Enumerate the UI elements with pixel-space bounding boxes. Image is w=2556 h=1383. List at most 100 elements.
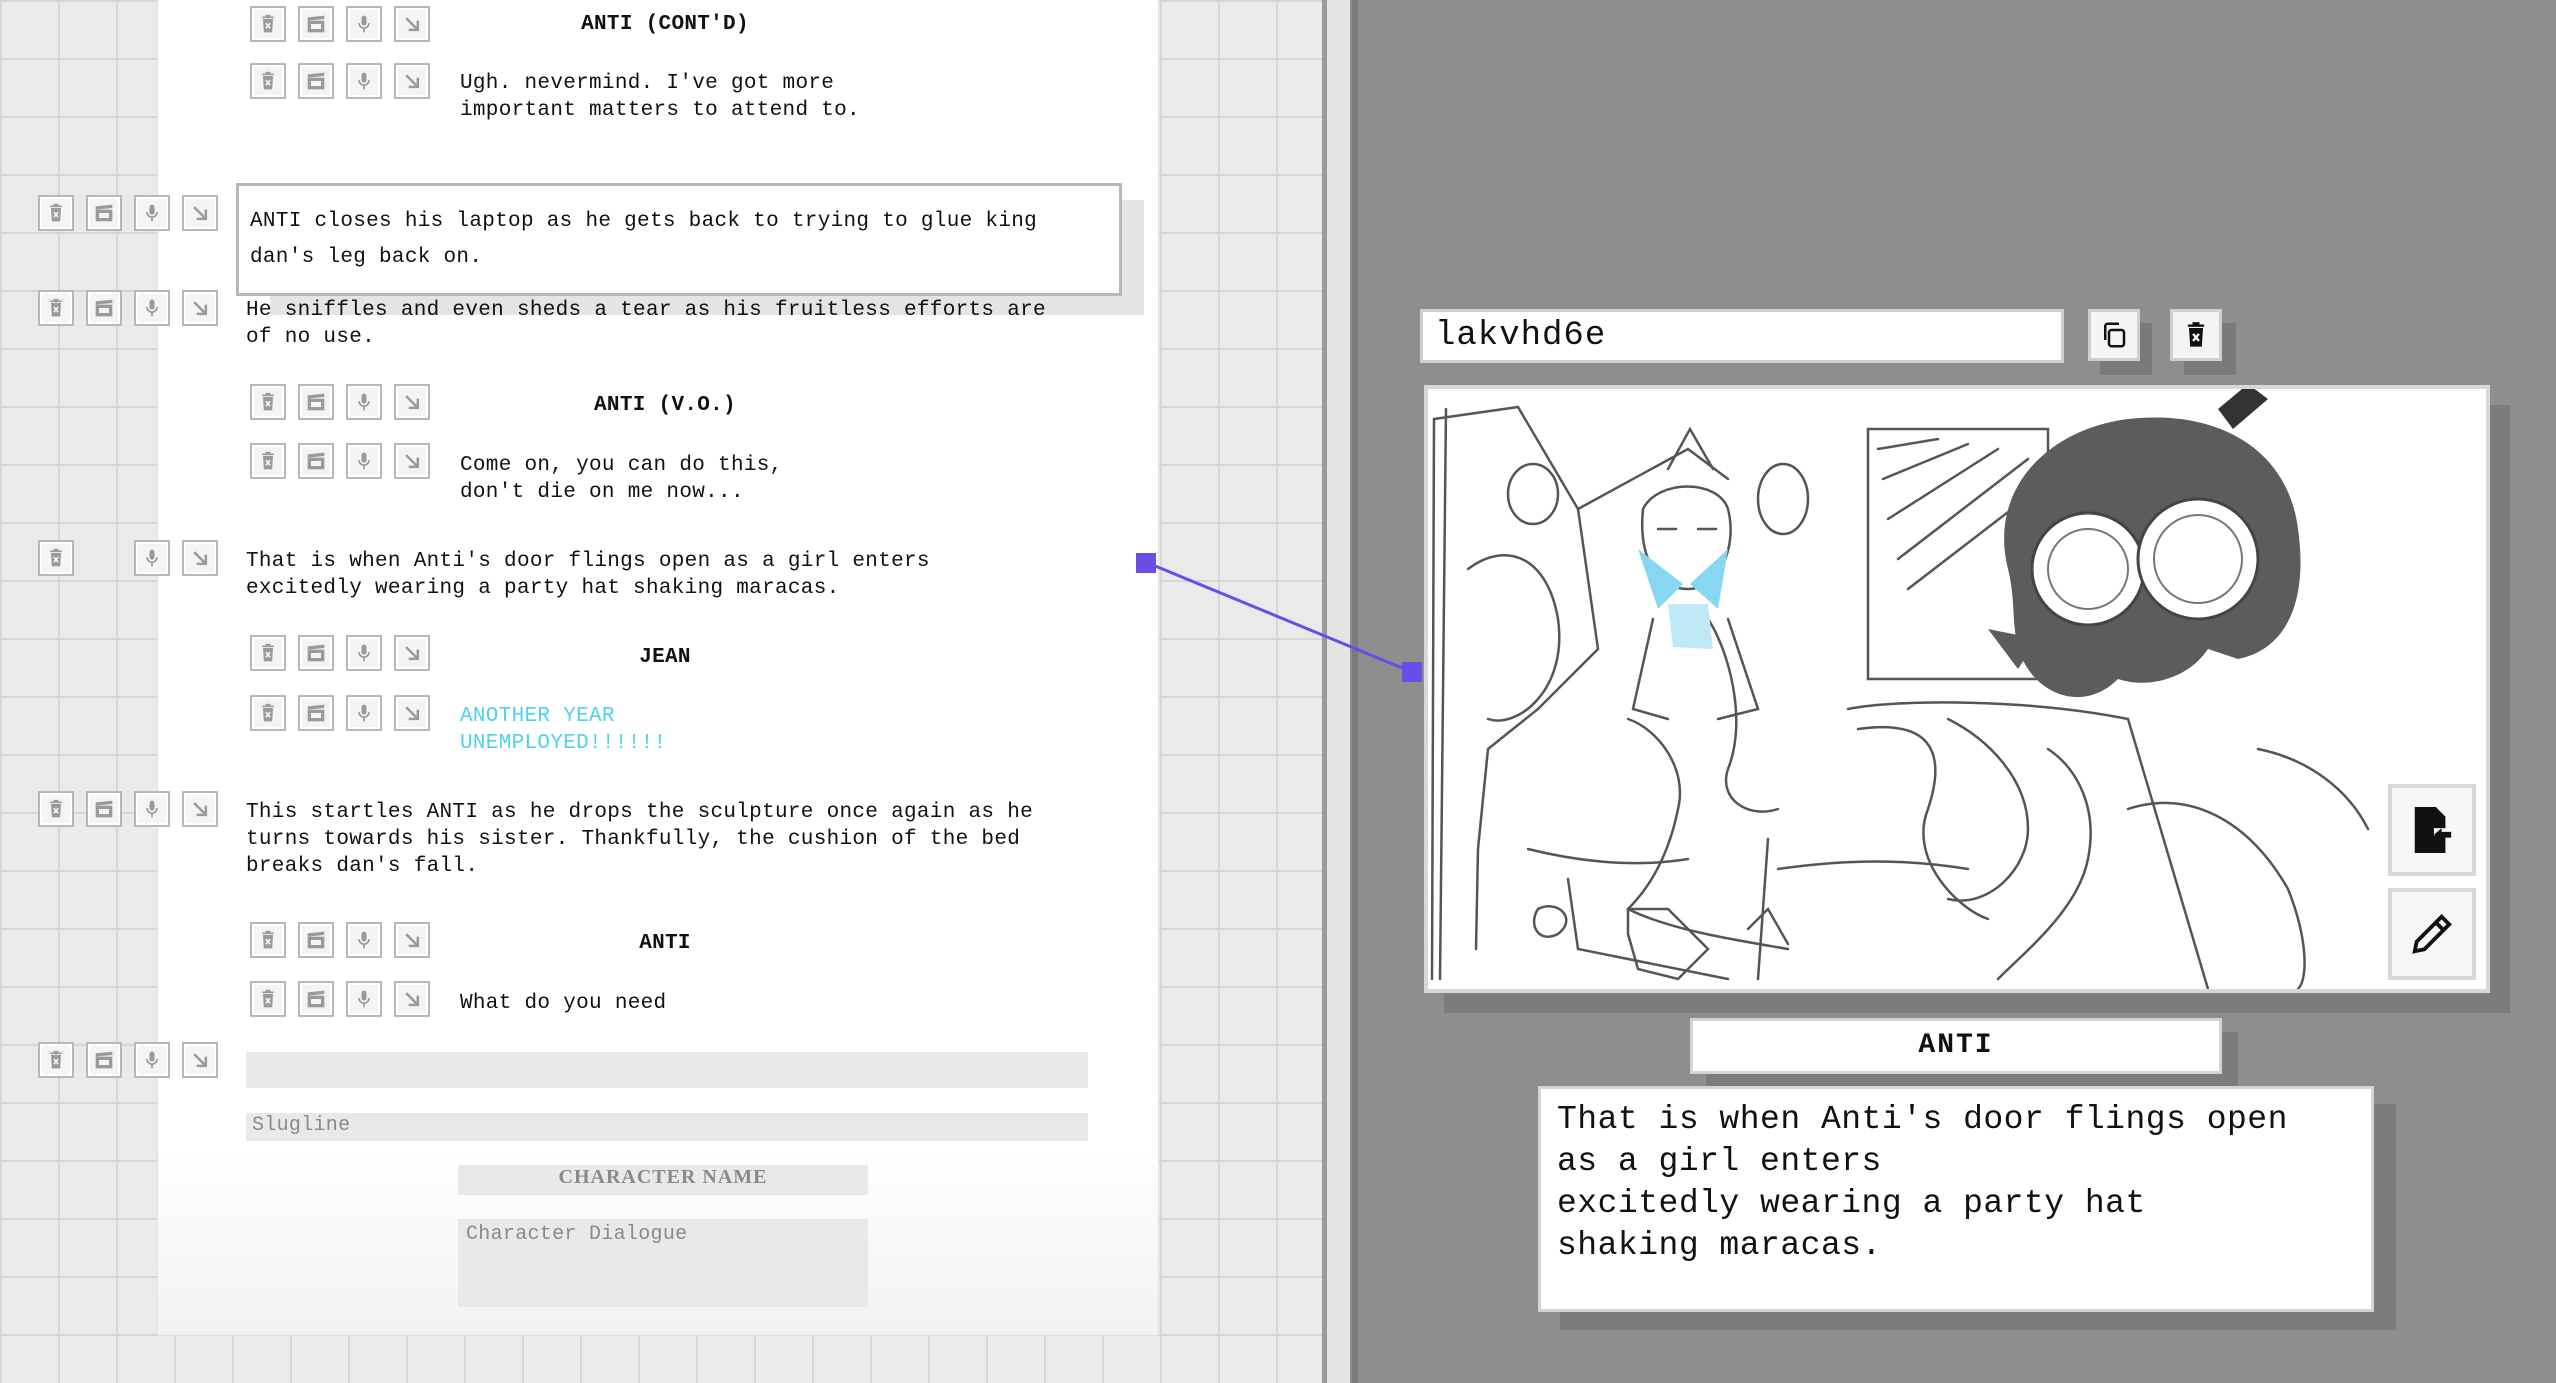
- storyboard-button[interactable]: [298, 695, 334, 731]
- pencil-icon: [2412, 914, 2452, 954]
- arrow-down-right-button[interactable]: [394, 384, 430, 420]
- trash-button[interactable]: [250, 63, 286, 99]
- storyboard-button[interactable]: [298, 981, 334, 1017]
- arrow-down-right-icon: [405, 992, 420, 1007]
- arrow-down-right-button[interactable]: [182, 195, 218, 231]
- copy-button[interactable]: [2088, 309, 2140, 361]
- storyboard-icon: [95, 299, 113, 317]
- panel-id-field[interactable]: lakvhd6e: [1420, 309, 2064, 363]
- mic-icon: [358, 72, 370, 90]
- trash-button[interactable]: [38, 195, 74, 231]
- character-dialogue-placeholder: Character Dialogue: [466, 1223, 688, 1246]
- storyboard-button[interactable]: [298, 922, 334, 958]
- storyboard-button[interactable]: [298, 635, 334, 671]
- mic-button[interactable]: [346, 384, 382, 420]
- export-panel-button[interactable]: [2388, 784, 2476, 876]
- new-action-field[interactable]: [246, 1052, 1088, 1088]
- mic-button[interactable]: [346, 63, 382, 99]
- mic-button[interactable]: [346, 443, 382, 479]
- delete-panel-button[interactable]: [2170, 309, 2222, 361]
- trash-button[interactable]: [250, 922, 286, 958]
- storyboard-button[interactable]: [298, 443, 334, 479]
- arrow-down-right-button[interactable]: [394, 922, 430, 958]
- arrow-down-right-icon: [405, 706, 420, 721]
- block-tools: [38, 791, 246, 845]
- trash-button[interactable]: [250, 443, 286, 479]
- mic-button[interactable]: [134, 540, 170, 576]
- storyboard-button[interactable]: [86, 791, 122, 827]
- arrow-down-right-button[interactable]: [394, 443, 430, 479]
- arrow-down-right-button[interactable]: [394, 981, 430, 1017]
- storyboard-icon: [307, 990, 325, 1008]
- mic-button[interactable]: [346, 6, 382, 42]
- mic-button[interactable]: [134, 290, 170, 326]
- arrow-down-right-icon: [193, 551, 208, 566]
- trash-icon: [262, 392, 274, 411]
- trash-icon: [262, 14, 274, 33]
- storyboard-icon: [95, 204, 113, 222]
- trash-button[interactable]: [250, 384, 286, 420]
- slugline-field[interactable]: [246, 1113, 1088, 1141]
- mic-icon: [358, 704, 370, 722]
- storyboard-button[interactable]: [86, 290, 122, 326]
- storyboard-button[interactable]: [298, 384, 334, 420]
- arrow-down-right-icon: [405, 454, 420, 469]
- trash-button[interactable]: [38, 791, 74, 827]
- character-name[interactable]: JEAN: [520, 644, 810, 671]
- trash-button[interactable]: [250, 695, 286, 731]
- trash-button[interactable]: [250, 635, 286, 671]
- arrow-down-right-button[interactable]: [394, 63, 430, 99]
- trash-icon: [262, 703, 274, 722]
- arrow-down-right-button[interactable]: [394, 695, 430, 731]
- storyboard-button[interactable]: [86, 1042, 122, 1078]
- arrow-down-right-button[interactable]: [182, 540, 218, 576]
- slugline-placeholder: Slugline: [252, 1114, 351, 1137]
- trash-icon: [50, 298, 62, 317]
- mic-button[interactable]: [346, 695, 382, 731]
- trash-button[interactable]: [250, 981, 286, 1017]
- action-text[interactable]: This startles ANTI as he drops the sculp…: [246, 799, 1033, 880]
- trash-button[interactable]: [250, 6, 286, 42]
- trash-button[interactable]: [38, 290, 74, 326]
- mic-button[interactable]: [346, 981, 382, 1017]
- storyboard-button[interactable]: [298, 6, 334, 42]
- storyboard-image[interactable]: [1424, 385, 2490, 993]
- panel-description[interactable]: That is when Anti's door flings open as …: [1538, 1086, 2374, 1312]
- arrow-down-right-button[interactable]: [394, 635, 430, 671]
- character-name[interactable]: ANTI (CONT'D): [520, 11, 810, 38]
- action-text[interactable]: He sniffles and even sheds a tear as his…: [246, 297, 1046, 351]
- trash-button[interactable]: [38, 540, 74, 576]
- mic-button[interactable]: [134, 1042, 170, 1078]
- edit-panel-button[interactable]: [2388, 888, 2476, 980]
- mic-button[interactable]: [134, 791, 170, 827]
- storyboard-button[interactable]: [298, 63, 334, 99]
- arrow-down-right-button[interactable]: [394, 6, 430, 42]
- dialogue-text[interactable]: ANOTHER YEAR UNEMPLOYED!!!!!!: [460, 703, 666, 757]
- arrow-down-right-icon: [193, 1053, 208, 1068]
- storyboard-button[interactable]: [86, 195, 122, 231]
- arrow-down-right-button[interactable]: [182, 1042, 218, 1078]
- arrow-down-right-button[interactable]: [182, 290, 218, 326]
- character-name[interactable]: ANTI: [520, 930, 810, 957]
- mic-icon: [358, 393, 370, 411]
- block-tools: [38, 290, 246, 344]
- action-text-selected[interactable]: ANTI closes his laptop as he gets back t…: [250, 204, 1037, 276]
- dialogue-text[interactable]: What do you need: [460, 990, 666, 1017]
- trash-icon: [262, 989, 274, 1008]
- mic-button[interactable]: [134, 195, 170, 231]
- pane-divider[interactable]: [1324, 0, 1350, 1383]
- mic-icon: [358, 452, 370, 470]
- dialogue-text[interactable]: Come on, you can do this, don't die on m…: [460, 452, 783, 506]
- mic-icon: [358, 644, 370, 662]
- character-name[interactable]: ANTI (V.O.): [520, 392, 810, 419]
- dialogue-text[interactable]: Ugh. nevermind. I've got more important …: [460, 70, 860, 124]
- panel-character-name[interactable]: ANTI: [1690, 1018, 2222, 1074]
- mic-button[interactable]: [346, 922, 382, 958]
- trash-button[interactable]: [38, 1042, 74, 1078]
- arrow-down-right-icon: [405, 74, 420, 89]
- action-text-linked[interactable]: That is when Anti's door flings open as …: [246, 548, 930, 602]
- arrow-down-right-button[interactable]: [182, 791, 218, 827]
- mic-button[interactable]: [346, 635, 382, 671]
- block-tools: [250, 443, 458, 497]
- sketch-drawing: [1428, 389, 2486, 989]
